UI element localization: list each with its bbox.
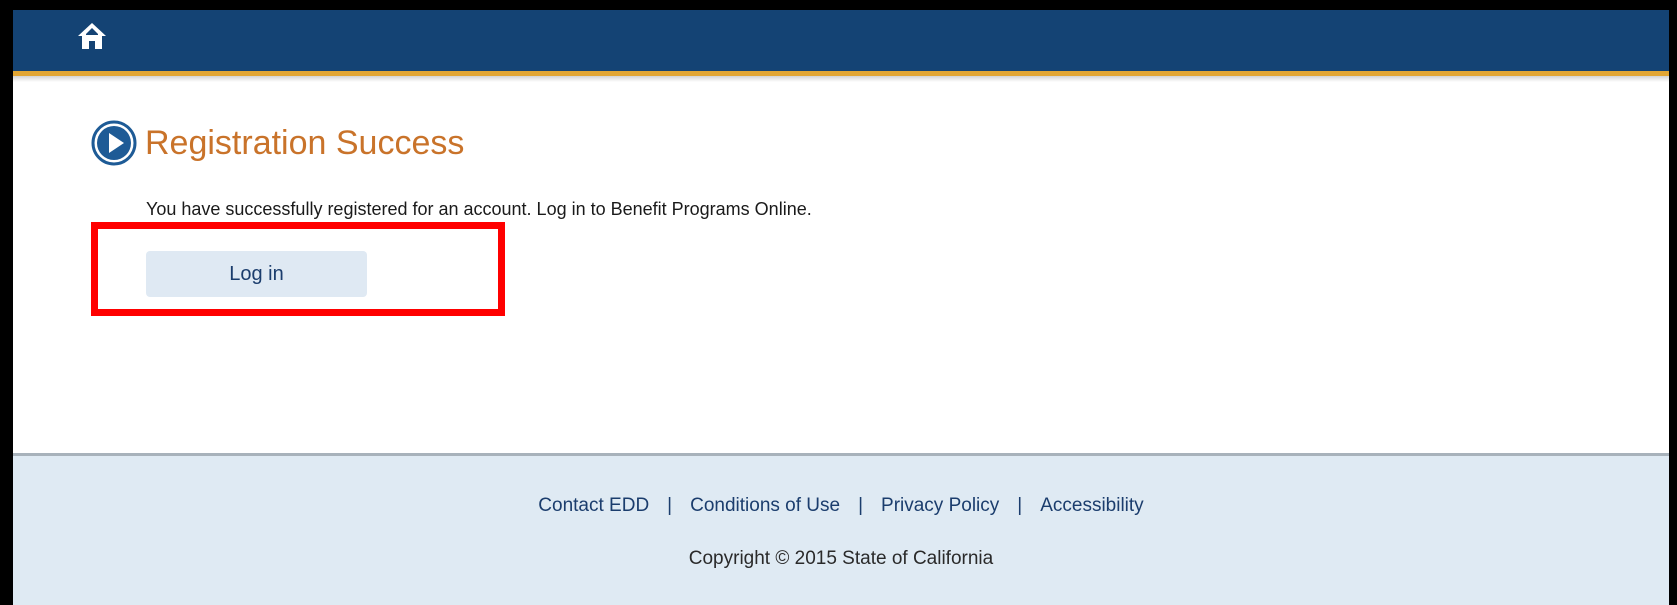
- footer-separator: |: [1017, 495, 1023, 516]
- site-header: [13, 10, 1669, 76]
- highlight-annotation-box: [91, 222, 505, 316]
- footer-link-conditions-of-use[interactable]: Conditions of Use: [690, 495, 840, 516]
- copyright-text: Copyright © 2015 State of California: [688, 548, 994, 569]
- page-title: Registration Success: [91, 120, 464, 166]
- home-icon[interactable]: [77, 22, 107, 50]
- footer-link-privacy-policy[interactable]: Privacy Policy: [881, 495, 999, 516]
- site-footer: Contact EDD | Conditions of Use | Privacy Po…: [13, 453, 1669, 605]
- footer-link-accessibility[interactable]: Accessibility: [1040, 495, 1143, 516]
- footer-link-contact-edd[interactable]: Contact EDD: [538, 495, 649, 516]
- play-circle-icon: [91, 120, 137, 166]
- footer-links: Contact EDD | Conditions of Use | Privacy Po…: [13, 495, 1669, 517]
- footer-separator: |: [858, 495, 864, 516]
- header-shadow: [13, 76, 1669, 82]
- footer-separator: |: [667, 495, 673, 516]
- page-frame: Registration Success You have successful…: [13, 10, 1669, 605]
- success-message: You have successfully registered for an …: [146, 199, 812, 219]
- page-title-text: Registration Success: [145, 123, 465, 162]
